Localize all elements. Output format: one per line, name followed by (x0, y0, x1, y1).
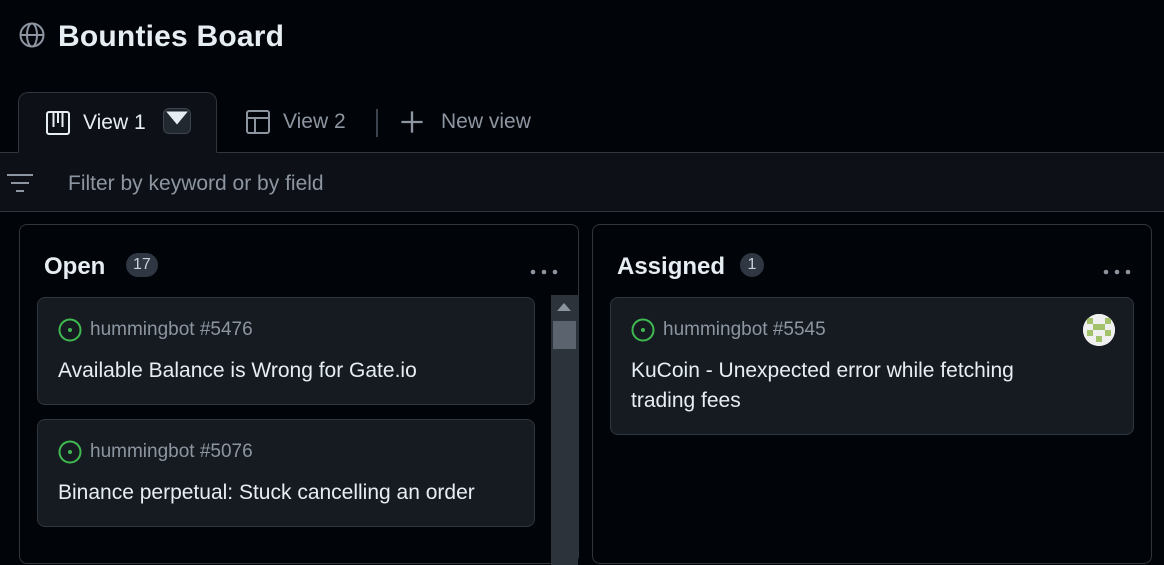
issue-ref-text: hummingbot #5476 (90, 319, 253, 340)
column-open: Open 17 hummingbot #5476 Available Balan… (19, 224, 579, 565)
page-title: Bounties Board (58, 20, 285, 53)
filter-bar (0, 153, 1164, 212)
column-count-badge: 17 (126, 253, 158, 277)
tab-divider (376, 109, 378, 137)
issue-opened-icon (631, 318, 663, 342)
kebab-horizontal-icon[interactable] (530, 263, 558, 275)
issue-opened-icon (58, 318, 90, 342)
column-title: Open (44, 253, 106, 280)
project-title-wrap: Bounties Board (18, 20, 284, 54)
column-scrollbar[interactable] (551, 295, 578, 565)
issue-card[interactable]: hummingbot #5545 KuCoin - Unexpected err… (610, 297, 1134, 435)
view-tabs: View 1 View 2 New view (0, 92, 1164, 153)
board-icon (45, 110, 71, 136)
tab-view-1[interactable]: View 1 (18, 92, 217, 153)
issue-opened-icon (58, 440, 90, 464)
column-assigned: Assigned 1 hummingbot #5545 KuCoin - Une… (592, 224, 1152, 564)
assignee-avatar[interactable] (1083, 314, 1115, 346)
tab-view-2[interactable]: View 2 (245, 92, 346, 152)
issue-reference: hummingbot #5476 (58, 318, 253, 342)
issue-title[interactable]: Binance perpetual: Stuck cancelling an o… (58, 478, 514, 508)
issue-card[interactable]: hummingbot #5476 Available Balance is Wr… (37, 297, 535, 405)
issue-ref-text: hummingbot #5076 (90, 441, 253, 462)
new-view-label: New view (441, 110, 531, 133)
column-title: Assigned (617, 253, 726, 280)
issue-title[interactable]: KuCoin - Unexpected error while fetching… (631, 356, 1063, 416)
filter-input[interactable] (66, 167, 770, 201)
project-header: Bounties Board (0, 0, 1164, 80)
new-view-button[interactable]: New view (399, 92, 531, 152)
issue-reference: hummingbot #5545 (631, 318, 826, 342)
plus-icon (399, 109, 425, 135)
view-options-button[interactable] (163, 108, 191, 134)
kebab-horizontal-icon[interactable] (1103, 263, 1131, 275)
issue-reference: hummingbot #5076 (58, 440, 253, 464)
scroll-up-arrow-icon[interactable] (557, 303, 571, 311)
issue-card[interactable]: hummingbot #5076 Binance perpetual: Stuc… (37, 419, 535, 527)
triangle-down-icon (164, 105, 190, 137)
tab-view-2-label: View 2 (283, 110, 346, 133)
globe-icon (18, 21, 46, 54)
table-icon (245, 109, 271, 135)
filter-icon[interactable] (6, 172, 34, 194)
issue-title[interactable]: Available Balance is Wrong for Gate.io (58, 356, 514, 386)
column-count-badge: 1 (740, 253, 764, 277)
scrollbar-thumb[interactable] (553, 321, 576, 349)
issue-ref-text: hummingbot #5545 (663, 319, 826, 340)
tab-view-1-label: View 1 (83, 110, 146, 134)
